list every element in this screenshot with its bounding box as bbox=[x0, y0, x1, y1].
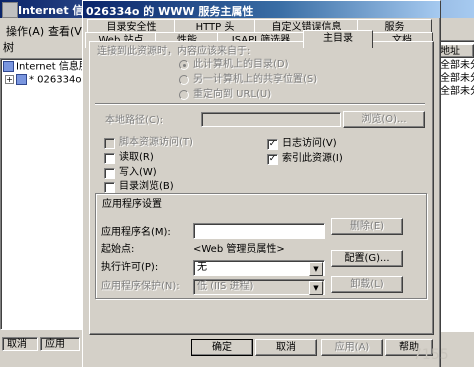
tree-tab[interactable]: 树 bbox=[0, 40, 63, 56]
cancel-button[interactable]: 取消 bbox=[255, 339, 317, 356]
checkbox-script-access-label: 脚本资源访问(T) bbox=[119, 137, 193, 148]
start-point-label: 起始点: bbox=[101, 244, 135, 255]
status-cell: 取消 bbox=[2, 337, 38, 351]
tree-label: * 026334o bbox=[29, 74, 82, 86]
radio-local-directory-label: 此计算机上的目录(D) bbox=[193, 59, 289, 70]
checkbox-index-resource[interactable]: ✓ bbox=[267, 154, 278, 165]
start-point-value: <Web 管理员属性> bbox=[193, 244, 285, 255]
local-path-label: 本地路径(C): bbox=[105, 115, 164, 126]
content-source-label: 连接到此资源时，内容应该来自于: bbox=[97, 46, 251, 57]
app-name-input[interactable] bbox=[193, 223, 325, 239]
checkbox-directory-browsing[interactable] bbox=[104, 182, 115, 193]
exec-permission-select[interactable]: 无 ▼ bbox=[193, 260, 325, 276]
exec-permission-label: 执行许可(P): bbox=[101, 262, 159, 273]
status-cell: 应用 bbox=[40, 337, 80, 351]
app-protection-select[interactable]: 低 (IIS 进程) ▼ bbox=[193, 279, 325, 295]
app-protection-label: 应用程序保护(N): bbox=[101, 281, 180, 292]
local-path-input[interactable] bbox=[201, 112, 341, 127]
checkbox-write-label: 写入(W) bbox=[119, 167, 157, 178]
radio-redirect-url[interactable] bbox=[179, 90, 189, 100]
properties-dialog: 026334o 的 WWW 服务主属性 目录安全性 HTTP 头 自定义错误信息… bbox=[82, 0, 449, 367]
column-header-address[interactable]: 地址 bbox=[437, 44, 474, 58]
menu-action[interactable]: 操作(A) bbox=[2, 21, 48, 41]
checkbox-read[interactable] bbox=[104, 153, 115, 164]
expand-plus-icon[interactable]: + bbox=[5, 75, 14, 84]
radio-share[interactable] bbox=[179, 75, 189, 85]
app-name-label: 应用程序名(M): bbox=[101, 227, 171, 238]
exec-permission-value: 无 bbox=[197, 262, 207, 273]
checkbox-script-access[interactable] bbox=[104, 138, 115, 149]
checkbox-read-label: 读取(R) bbox=[119, 152, 154, 163]
radio-local-directory[interactable] bbox=[179, 60, 189, 70]
apply-button[interactable]: 应用(A) bbox=[321, 339, 383, 356]
checkbox-write[interactable] bbox=[104, 168, 115, 179]
radio-redirect-url-label: 重定向到 URL(U) bbox=[193, 89, 272, 100]
radio-share-label: 另一计算机上的共享位置(S) bbox=[193, 74, 318, 85]
configure-button[interactable]: 配置(G)... bbox=[331, 250, 403, 267]
ok-button[interactable]: 确定 bbox=[191, 339, 253, 356]
list-item[interactable]: 全部未分 bbox=[440, 86, 474, 98]
remove-button[interactable]: 删除(E) bbox=[331, 218, 403, 235]
divider bbox=[95, 103, 425, 105]
checkbox-log-visits-label: 日志访问(V) bbox=[282, 138, 337, 149]
tree-item-host[interactable]: + * 026334o bbox=[5, 74, 81, 87]
app-settings-title: 应用程序设置 bbox=[100, 199, 164, 211]
checkbox-directory-browsing-label: 目录浏览(B) bbox=[119, 181, 174, 192]
screen: Internet 信息服 操作(A) 查看(V) 树 Internet 信息服务… bbox=[0, 0, 474, 367]
browse-button[interactable]: 浏览(O)... bbox=[343, 111, 425, 128]
list-item[interactable]: 全部未分 bbox=[440, 60, 474, 72]
checkbox-log-visits[interactable]: ✓ bbox=[267, 139, 278, 150]
checkbox-index-resource-label: 索引此资源(I) bbox=[282, 153, 343, 164]
tree-pane: Internet 信息服务 + * 026334o bbox=[0, 58, 99, 330]
computer-icon bbox=[16, 74, 27, 85]
unload-button[interactable]: 卸载(L) bbox=[331, 276, 403, 293]
mmc-app-icon bbox=[2, 2, 18, 18]
watermark: 7155 bbox=[413, 347, 449, 363]
app-protection-value: 低 (IIS 进程) bbox=[197, 281, 254, 292]
dropdown-arrow-icon[interactable]: ▼ bbox=[309, 262, 323, 276]
dialog-title: 026334o 的 WWW 服务主属性 bbox=[86, 5, 254, 18]
dropdown-arrow-icon[interactable]: ▼ bbox=[309, 281, 323, 295]
server-icon bbox=[3, 61, 14, 72]
list-item[interactable]: 全部未分 bbox=[440, 73, 474, 85]
tab-home-directory[interactable]: 主目录 bbox=[303, 30, 373, 48]
